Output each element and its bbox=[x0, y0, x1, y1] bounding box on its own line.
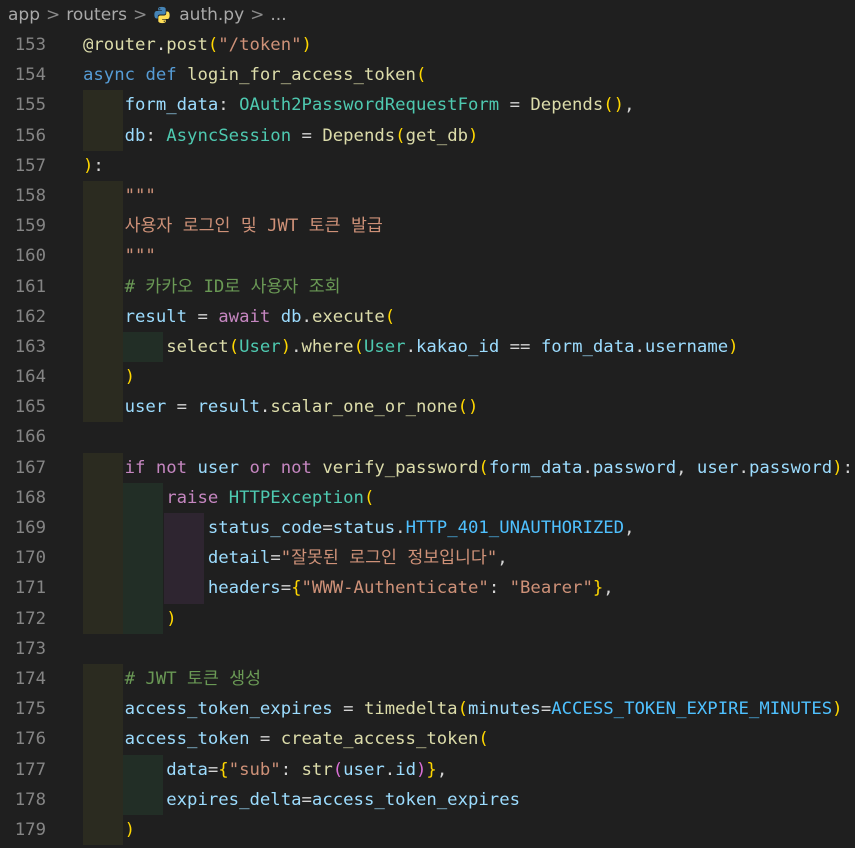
code-text: expires_delta=access_token_expires bbox=[166, 789, 521, 810]
line-number: 177 bbox=[14, 759, 46, 780]
code-line[interactable]: 170 detail="잘못된 로그인 정보입니다", bbox=[0, 543, 855, 574]
code-text: form_data: OAuth2PasswordRequestForm = D… bbox=[124, 95, 635, 116]
code-editor[interactable]: 153 @router.post("/token") 154 async def lo… bbox=[0, 30, 855, 848]
code-text: # 카카오 ID로 사용자 조회 bbox=[83, 276, 341, 297]
code-line[interactable]: 154 async def login_for_access_token( bbox=[0, 60, 855, 90]
code-line[interactable]: 169 status_code=status.HTTP_401_UNAUTHOR… bbox=[0, 513, 855, 544]
code-line[interactable]: 153 @router.post("/token") bbox=[0, 30, 855, 60]
line-number: 162 bbox=[14, 306, 46, 327]
code-text: db: AsyncSession = Depends(get_db) bbox=[124, 125, 479, 146]
code-line[interactable]: 161 # 카카오 ID로 사용자 조회 bbox=[0, 271, 855, 302]
code-line[interactable]: 167 if not user or not verify_password(f… bbox=[0, 452, 855, 483]
line-number: 174 bbox=[14, 668, 46, 689]
line-number: 161 bbox=[14, 276, 46, 297]
line-number: 155 bbox=[14, 95, 46, 116]
code-text: status_code=status.HTTP_401_UNAUTHORIZED… bbox=[207, 518, 635, 538]
line-number: 172 bbox=[14, 608, 46, 629]
line-number: 179 bbox=[14, 819, 46, 840]
line-number: 160 bbox=[14, 246, 46, 267]
line-number: 154 bbox=[14, 65, 46, 86]
line-number: 157 bbox=[14, 155, 46, 176]
code-text: ) bbox=[124, 819, 136, 840]
line-number: 164 bbox=[14, 367, 46, 388]
python-file-icon bbox=[154, 6, 170, 24]
line-number: 167 bbox=[14, 457, 46, 478]
code-text: access_token_expires = timedelta(minutes… bbox=[124, 699, 843, 720]
code-line[interactable]: 163 select(User).where(User.kakao_id == … bbox=[0, 331, 855, 363]
code-line[interactable]: 166 bbox=[0, 422, 855, 452]
code-text: detail="잘못된 로그인 정보입니다", bbox=[207, 548, 508, 569]
line-number: 165 bbox=[14, 397, 46, 418]
line-number: 158 bbox=[14, 185, 46, 206]
code-text: # JWT 토큰 생성 bbox=[83, 668, 262, 689]
code-line[interactable]: 179 ) bbox=[0, 814, 855, 846]
code-line[interactable]: 173 bbox=[0, 634, 855, 664]
code-text: headers={"WWW-Authenticate": "Bearer"}, bbox=[207, 578, 614, 599]
code-line[interactable]: 164 ) bbox=[0, 362, 855, 393]
code-line[interactable]: 162 result = await db.execute( bbox=[0, 301, 855, 332]
code-text: ) bbox=[166, 608, 177, 629]
code-text: if not user or not verify_password(form_… bbox=[124, 457, 853, 478]
line-number: 163 bbox=[14, 336, 46, 357]
code-line[interactable]: 159 사용자 로그인 및 JWT 토큰 발급 bbox=[0, 211, 855, 242]
breadcrumb-symbol[interactable]: ... bbox=[270, 5, 286, 25]
code-line[interactable]: 176 access_token = create_access_token( bbox=[0, 724, 855, 755]
code-line[interactable]: 156 db: AsyncSession = Depends(get_db) bbox=[0, 120, 855, 151]
code-line[interactable]: 178 expires_delta=access_token_expires bbox=[0, 784, 855, 815]
code-text: async def login_for_access_token( bbox=[83, 65, 427, 86]
line-number: 176 bbox=[14, 729, 46, 750]
line-number: 178 bbox=[14, 789, 46, 810]
line-number: 153 bbox=[14, 35, 46, 55]
code-line[interactable]: 175 access_token_expires = timedelta(min… bbox=[0, 694, 855, 725]
code-line[interactable]: 174 # JWT 토큰 생성 bbox=[0, 663, 855, 695]
code-text: data={"sub": str(user.id)}, bbox=[166, 759, 448, 780]
breadcrumb-file[interactable]: auth.py bbox=[179, 5, 244, 25]
code-text: access_token = create_access_token( bbox=[124, 729, 489, 750]
code-text: """ bbox=[83, 185, 156, 206]
chevron-right-icon: > bbox=[133, 5, 148, 25]
code-text: ) bbox=[124, 367, 136, 388]
line-number: 166 bbox=[14, 427, 46, 448]
code-text: user = result.scalar_one_or_none() bbox=[124, 397, 479, 418]
code-line[interactable]: 165 user = result.scalar_one_or_none() bbox=[0, 392, 855, 423]
code-text: ): bbox=[83, 155, 104, 176]
chevron-right-icon: > bbox=[250, 5, 265, 25]
chevron-right-icon: > bbox=[46, 5, 61, 25]
line-number: 173 bbox=[14, 638, 46, 659]
code-text: """ bbox=[83, 246, 156, 267]
code-line[interactable]: 171 headers={"WWW-Authenticate": "Bearer… bbox=[0, 573, 855, 604]
code-line[interactable]: 172 ) bbox=[0, 603, 855, 634]
breadcrumb-app[interactable]: app bbox=[8, 5, 40, 25]
code-text: 사용자 로그인 및 JWT 토큰 발급 bbox=[83, 216, 383, 237]
code-text: @router.post("/token") bbox=[83, 35, 312, 55]
code-text: select(User).where(User.kakao_id == form… bbox=[166, 336, 739, 357]
code-line[interactable]: 155 form_data: OAuth2PasswordRequestForm… bbox=[0, 90, 855, 121]
line-number: 170 bbox=[14, 548, 46, 569]
line-number: 159 bbox=[14, 216, 46, 237]
line-number: 168 bbox=[14, 487, 46, 508]
breadcrumb: app > routers > auth.py > ... bbox=[0, 0, 855, 30]
line-number: 175 bbox=[14, 699, 46, 720]
code-line[interactable]: 160 """ bbox=[0, 241, 855, 272]
breadcrumb-routers[interactable]: routers bbox=[66, 5, 127, 25]
code-line[interactable]: 177 data={"sub": str(user.id)}, bbox=[0, 754, 855, 785]
line-number: 169 bbox=[14, 518, 46, 538]
code-text: raise HTTPException( bbox=[166, 487, 375, 508]
code-text: result = await db.execute( bbox=[124, 306, 396, 327]
line-number: 156 bbox=[14, 125, 46, 146]
code-line[interactable]: 157): bbox=[0, 151, 855, 181]
line-number: 171 bbox=[14, 578, 46, 599]
code-line[interactable]: 168 raise HTTPException( bbox=[0, 482, 855, 513]
code-line[interactable]: 158 """ bbox=[0, 180, 855, 212]
